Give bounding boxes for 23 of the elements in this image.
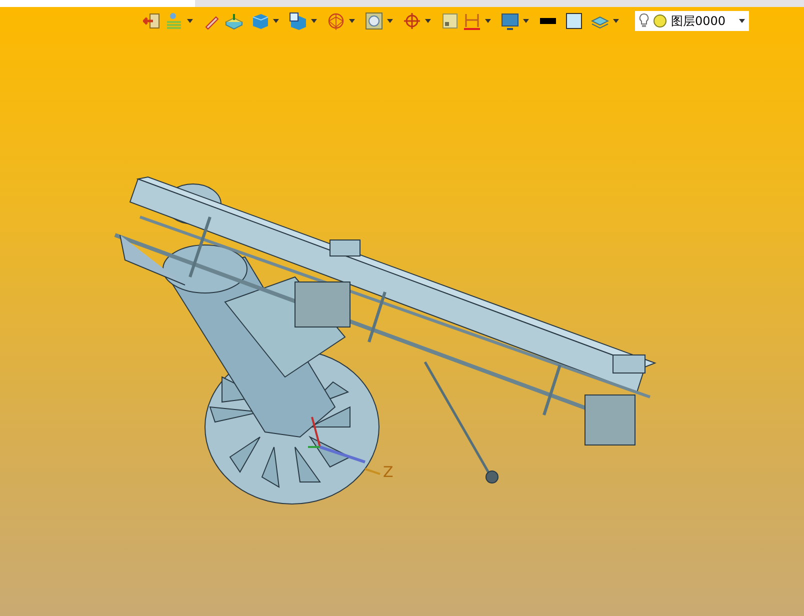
monitor-icon[interactable] (501, 12, 519, 30)
caret-icon[interactable] (425, 19, 431, 23)
caret-icon[interactable] (273, 19, 279, 23)
caret-icon[interactable] (187, 19, 193, 23)
caret-icon[interactable] (387, 19, 393, 23)
exit-icon[interactable] (143, 12, 161, 30)
axis-triad-icon (308, 416, 380, 475)
lightbulb-icon (639, 13, 649, 29)
layer-dropdown[interactable]: 图层0000 (635, 11, 749, 31)
axis-label: Z (383, 463, 394, 481)
caret-icon[interactable] (613, 19, 619, 23)
target-icon[interactable] (403, 12, 421, 30)
fill-color-icon[interactable] (565, 12, 583, 30)
frame-icon[interactable] (441, 12, 459, 30)
view-cube-icon[interactable] (289, 12, 307, 30)
zoom-box-icon[interactable] (365, 12, 383, 30)
caret-icon[interactable] (485, 19, 491, 23)
caret-icon[interactable] (739, 19, 745, 23)
caret-icon[interactable] (523, 19, 529, 23)
caret-icon[interactable] (349, 19, 355, 23)
caret-icon[interactable] (311, 19, 317, 23)
circle-icon (653, 14, 667, 28)
box-icon[interactable] (225, 12, 243, 30)
